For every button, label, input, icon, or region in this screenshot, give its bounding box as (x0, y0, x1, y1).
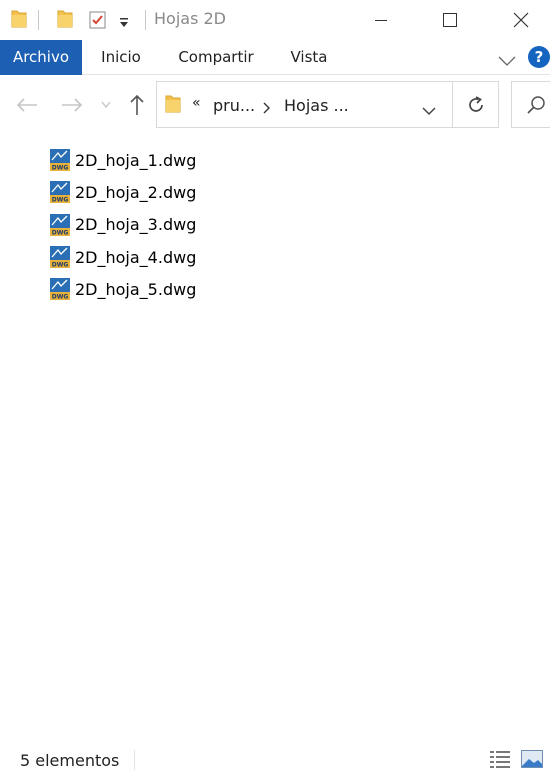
forward-button[interactable] (58, 91, 86, 119)
svg-text:DWG: DWG (52, 229, 69, 236)
dwg-file-icon: DWG (50, 181, 70, 204)
svg-text:DWG: DWG (52, 294, 69, 301)
close-icon (513, 12, 529, 28)
minimize-icon (375, 20, 387, 21)
folder-icon (11, 9, 27, 33)
chevron-right-icon (263, 99, 271, 118)
refresh-button[interactable] (452, 81, 499, 128)
navigation-bar: « pru... Hojas ... (0, 76, 550, 134)
up-arrow-icon (130, 94, 144, 115)
breadcrumb-item[interactable]: Hojas ... (284, 96, 349, 115)
file-list: DWG 2D_hoja_1.dwg DWG 2D_hoja_2.dwg DWG … (50, 144, 530, 305)
close-button[interactable] (498, 0, 544, 40)
title-bar: Hojas 2D (0, 0, 550, 40)
large-icons-view-button[interactable] (520, 748, 544, 770)
status-bar: 5 elementos (0, 745, 550, 775)
list-item[interactable]: DWG 2D_hoja_4.dwg (50, 241, 530, 273)
file-name: 2D_hoja_1.dwg (75, 150, 197, 170)
svg-text:DWG: DWG (52, 197, 69, 204)
file-name: 2D_hoja_5.dwg (75, 279, 197, 299)
list-item[interactable]: DWG 2D_hoja_2.dwg (50, 176, 530, 208)
file-name: 2D_hoja_4.dwg (75, 247, 197, 267)
refresh-icon (468, 95, 483, 112)
search-icon (527, 95, 545, 114)
search-box[interactable] (511, 81, 550, 128)
toolbar-separator (145, 10, 146, 30)
up-button[interactable] (123, 91, 151, 119)
status-separator (134, 750, 135, 770)
customize-toolbar-icon[interactable] (118, 14, 130, 33)
file-name: 2D_hoja_2.dwg (75, 182, 197, 202)
dwg-file-icon: DWG (50, 246, 70, 269)
help-button[interactable]: ? (528, 46, 550, 68)
tab-vista[interactable]: Vista (281, 40, 337, 75)
maximize-button[interactable] (427, 0, 473, 40)
item-count: 5 elementos (20, 751, 120, 770)
tab-archivo[interactable]: Archivo (0, 40, 82, 75)
address-bar[interactable]: « pru... Hojas ... (156, 81, 452, 128)
forward-arrow-icon (62, 98, 83, 112)
minimize-button[interactable] (358, 0, 404, 40)
recent-locations-button[interactable] (93, 91, 119, 119)
dwg-file-icon: DWG (50, 213, 70, 236)
tab-compartir[interactable]: Compartir (170, 40, 262, 75)
svg-text:DWG: DWG (52, 262, 69, 269)
list-item[interactable]: DWG 2D_hoja_3.dwg (50, 209, 530, 241)
large-icons-view-icon (521, 750, 543, 768)
expand-ribbon-icon[interactable] (498, 52, 516, 71)
folder-icon (165, 94, 181, 118)
back-button[interactable] (13, 91, 41, 119)
file-name: 2D_hoja_3.dwg (75, 215, 197, 235)
list-item[interactable]: DWG 2D_hoja_1.dwg (50, 144, 530, 176)
tab-inicio[interactable]: Inicio (92, 40, 150, 75)
details-view-button[interactable] (488, 748, 512, 770)
chevron-down-icon (101, 101, 111, 109)
breadcrumb-item[interactable]: pru... (213, 96, 255, 115)
back-arrow-icon (16, 98, 37, 112)
properties-icon[interactable] (88, 10, 108, 34)
dwg-file-icon: DWG (50, 278, 70, 301)
details-view-icon (490, 751, 510, 768)
new-folder-icon[interactable] (57, 9, 73, 33)
window-title: Hojas 2D (154, 9, 226, 28)
toolbar-separator (38, 10, 39, 30)
dwg-file-icon: DWG (50, 149, 70, 172)
address-history-chevron-icon[interactable] (422, 101, 436, 120)
ribbon-tab-bar: Archivo Inicio Compartir Vista (0, 40, 550, 75)
breadcrumb-overflow[interactable]: « (192, 95, 201, 111)
maximize-icon (443, 13, 457, 27)
list-item[interactable]: DWG 2D_hoja_5.dwg (50, 273, 530, 305)
svg-text:DWG: DWG (52, 165, 69, 172)
